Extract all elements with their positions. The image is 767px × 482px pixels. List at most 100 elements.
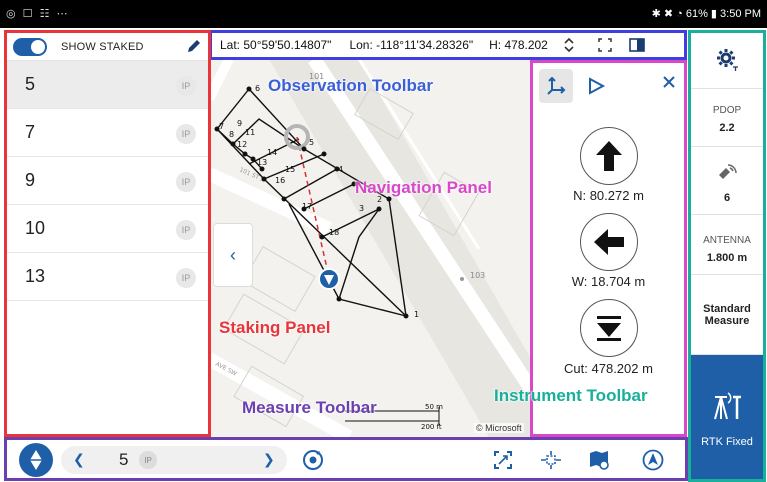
panel-layout-icon[interactable]	[628, 36, 646, 54]
tab-coordinates[interactable]	[539, 69, 573, 103]
point-selector: ❮ 5 IP ❯	[61, 446, 287, 474]
staking-header: SHOW STAKED	[7, 33, 208, 61]
triangle-flag-icon	[589, 77, 606, 95]
ip-badge: IP	[176, 172, 196, 192]
parcel-label: 4	[338, 165, 343, 174]
scale-imperial: 200 ft	[421, 423, 442, 431]
observation-toolbar: Lat: 50°59'50.14807" Lon: -118°11'34.283…	[209, 30, 687, 60]
zoom-extents-button[interactable]	[491, 448, 515, 472]
arrow-up-icon	[596, 141, 622, 171]
previous-point-button[interactable]: ❮	[73, 451, 85, 468]
show-staked-label: SHOW STAKED	[61, 40, 144, 53]
measure-toolbar: ❮ 5 IP ❯	[4, 437, 688, 481]
parcel-label: 3	[359, 204, 364, 213]
annotation-observation-toolbar: Observation Toolbar	[268, 76, 433, 95]
collapse-panel-button[interactable]: ‹	[213, 223, 253, 287]
point-number: 10	[25, 218, 46, 238]
cut-button[interactable]	[580, 299, 638, 357]
ip-badge: IP	[176, 268, 196, 288]
pdop-readout[interactable]: PDOP 2.2	[691, 89, 763, 147]
pencil-icon[interactable]	[186, 38, 202, 59]
measure-point-icon	[30, 450, 42, 470]
tab-direction[interactable]	[579, 69, 613, 103]
north-distance: N: 80.272 m	[573, 188, 644, 203]
parcel-label: 17	[302, 202, 312, 211]
measure-mode-button[interactable]: Standard Measure	[691, 275, 763, 355]
rtk-status-label: RTK Fixed	[701, 436, 753, 448]
axes-icon	[547, 76, 566, 95]
locate-point-button[interactable]	[301, 448, 325, 472]
staking-list-item[interactable]: 10 IP	[7, 205, 208, 253]
current-point-badge: IP	[139, 451, 157, 469]
parcel-label: 1	[414, 310, 419, 319]
staking-list-item[interactable]: 7 IP	[7, 109, 208, 157]
center-point-button[interactable]	[539, 448, 563, 472]
map-view[interactable]: 101 103 101 ST S AVE SW 6 9 7 8 11 12 14…	[209, 59, 531, 437]
current-point: 5	[119, 450, 129, 469]
parcel-label: 9	[237, 119, 242, 128]
parcel-label: 11	[245, 128, 255, 137]
west-distance: W: 18.704 m	[571, 274, 646, 289]
antenna-readout[interactable]: ANTENNA 1.800 m	[691, 215, 763, 275]
instrument-toolbar: PDOP 2.2 6 ANTENNA 1.800 m Standard Meas…	[688, 30, 766, 482]
map-layers-button[interactable]	[587, 448, 611, 472]
west-arrow-button[interactable]	[580, 213, 638, 271]
staking-list-item[interactable]: 5 IP	[7, 61, 208, 109]
height-readout: H: 478.202	[489, 38, 548, 52]
fullscreen-icon[interactable]	[596, 36, 614, 54]
map-copyright: © Microsoft	[474, 423, 524, 433]
next-point-button[interactable]: ❯	[263, 451, 275, 468]
point-number: 5	[25, 74, 36, 94]
measure-mode-line1: Standard	[703, 303, 751, 315]
satellites-value: 6	[723, 192, 731, 204]
antenna-value: 1.800 m	[706, 252, 748, 264]
latitude-readout: Lat: 50°59'50.14807"	[220, 38, 332, 52]
arrow-left-icon	[594, 229, 624, 255]
chevron-left-icon: ‹	[230, 244, 236, 265]
parcel-label: 8	[229, 130, 234, 139]
point-number: 13	[25, 266, 46, 286]
sort-updown-icon[interactable]	[560, 36, 578, 54]
annotation-staking-panel: Staking Panel	[219, 318, 331, 337]
parcel-label: 18	[329, 228, 339, 237]
measure-mode-line2: Measure	[704, 315, 750, 327]
center-target-icon	[541, 451, 561, 469]
north-arrow-button[interactable]	[580, 127, 638, 185]
ip-badge: IP	[176, 76, 196, 96]
gear-icon	[717, 49, 738, 71]
cut-down-icon	[597, 316, 621, 341]
staking-panel: SHOW STAKED 5 IP 7 IP 9 IP 10 IP 13 IP	[4, 30, 211, 437]
annotation-measure-toolbar: Measure Toolbar	[242, 398, 377, 417]
longitude-readout: Lon: -118°11'34.28326"	[349, 38, 474, 52]
annotation-instrument-toolbar: Instrument Toolbar	[494, 386, 648, 405]
parcel-label: 15	[285, 165, 295, 174]
status-bar: ◎ ☐ ☷ ⋯ ✱ ✖ ◔ 61% ▮ 3:50 PM	[0, 0, 767, 28]
close-icon[interactable]	[662, 75, 676, 94]
rover-icon	[714, 392, 741, 420]
measure-button[interactable]	[19, 443, 53, 477]
scale-metric: 50 m	[425, 403, 443, 411]
antenna-label: ANTENNA	[703, 235, 751, 246]
staking-list-item[interactable]: 13 IP	[7, 253, 208, 301]
lot-label-103: 103	[470, 271, 485, 280]
zoom-extents-icon	[494, 451, 512, 469]
map-settings-icon	[590, 451, 609, 470]
show-staked-toggle[interactable]	[13, 37, 47, 56]
pdop-value: 2.2	[719, 122, 735, 134]
ip-badge: IP	[176, 220, 196, 240]
parcel-label: 6	[255, 84, 260, 93]
navigation-panel: N: 80.272 m W: 18.704 m Cut: 478.202 m	[530, 60, 687, 437]
satellites-readout[interactable]: 6	[691, 147, 763, 215]
cut-value: Cut: 478.202 m	[564, 361, 653, 376]
annotation-navigation-panel: Navigation Panel	[355, 178, 492, 197]
parcel-label: 7	[219, 122, 224, 131]
navigate-button[interactable]	[641, 448, 665, 472]
satellite-icon	[719, 164, 737, 179]
parcel-label: 12	[237, 140, 247, 149]
parcel-label: 13	[257, 158, 267, 167]
staking-list-item[interactable]: 9 IP	[7, 157, 208, 205]
ip-badge: IP	[176, 124, 196, 144]
rtk-status-button[interactable]: RTK Fixed	[691, 355, 763, 479]
app-root: ◎ ☐ ☷ ⋯ ✱ ✖ ◔ 61% ▮ 3:50 PM 101 103 101 …	[0, 0, 767, 482]
instrument-settings-button[interactable]	[691, 33, 763, 89]
